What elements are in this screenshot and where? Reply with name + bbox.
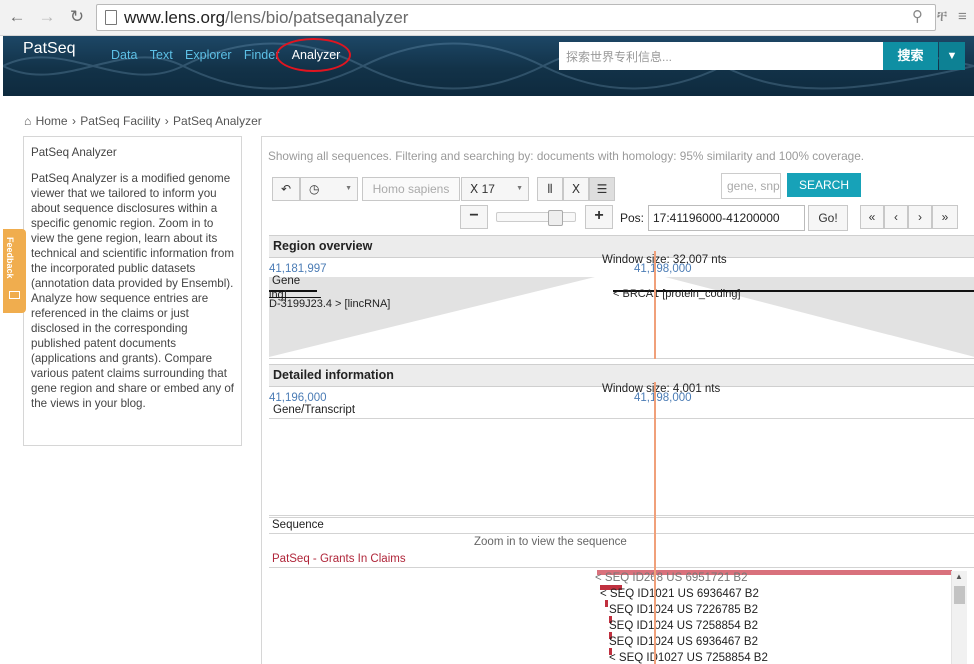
sequence-entry[interactable]: < SEQ ID1027 US 7258854 B2 (609, 652, 768, 664)
info-panel: PatSeq Analyzer PatSeq Analyzer is a mod… (23, 136, 242, 446)
gene-search-button[interactable]: SEARCH (787, 173, 861, 197)
feedback-tab[interactable]: Feedback (3, 229, 26, 313)
chevron-down-icon: ▼ (345, 185, 352, 192)
chromosome-value: 17 (481, 182, 495, 196)
extension-icon[interactable]: ቸ (937, 8, 947, 26)
chevron-down-icon: ▼ (516, 185, 523, 192)
position-label: Pos: (620, 211, 645, 225)
track-divider[interactable] (269, 358, 974, 359)
sequence-hit-mark[interactable] (605, 600, 608, 607)
highlight-circle (276, 38, 351, 72)
track-divider (269, 517, 974, 518)
sequence-entry[interactable]: < SEQ ID1021 US 6936467 B2 (600, 588, 759, 600)
header-search-button[interactable]: 搜索 (883, 42, 938, 70)
lincRNA-gene-label: D-3199J23.4 > [lincRNA] (269, 298, 391, 310)
feedback-label: Feedback (5, 237, 15, 279)
back-icon[interactable]: ← (7, 7, 27, 27)
breadcrumb-separator: › (71, 114, 76, 128)
mail-icon (9, 291, 20, 299)
gene-track-label: Gene (272, 275, 301, 287)
filter-status: Showing all sequences. Filtering and sea… (268, 149, 865, 163)
undo-icon[interactable]: ↶ (272, 177, 300, 201)
page-icon (105, 10, 117, 25)
breadcrumb: ⌂ Home › PatSeq Facility › PatSeq Analyz… (24, 114, 263, 128)
address-bar[interactable]: www.lens.org/lens/bio/patseqanalyzer (96, 4, 936, 31)
patseq-track-title: PatSeq - Grants In Claims (272, 553, 406, 565)
track-divider[interactable] (269, 515, 974, 516)
info-panel-body: PatSeq Analyzer is a modified genome vie… (31, 172, 235, 410)
scrollbar-thumb[interactable] (954, 586, 965, 604)
sequence-scrollbar[interactable]: ▲ (951, 571, 967, 664)
move-far-left-icon[interactable]: « (860, 205, 884, 229)
gene-search-input[interactable]: gene, snp (721, 173, 781, 199)
move-left-icon[interactable]: ‹ (884, 205, 908, 229)
track-divider (269, 533, 974, 534)
breadcrumb-home[interactable]: Home (36, 114, 68, 128)
track-divider (269, 567, 974, 568)
position-marker-line (654, 382, 656, 664)
breadcrumb-separator: › (164, 114, 169, 128)
history-dropdown[interactable]: ◷ ▼ (300, 177, 358, 201)
site-header: PatSeq Data Text Explorer Finder Analyze… (3, 36, 974, 96)
zoom-in-button[interactable]: + (585, 205, 613, 229)
forward-icon[interactable]: → (37, 7, 57, 27)
species-selector[interactable]: Homo sapiens (362, 177, 460, 201)
info-panel-title: PatSeq Analyzer (31, 146, 117, 159)
zoom-out-button[interactable]: − (460, 205, 488, 229)
sequence-track-label: Sequence (272, 519, 324, 531)
chevron-down-icon[interactable]: ▼ (939, 42, 965, 70)
align-icon[interactable]: ☰ (589, 177, 615, 201)
header-search-input[interactable]: 探索世界专利信息... (559, 42, 884, 70)
chromosome-icon: Ⅹ (470, 182, 479, 196)
breadcrumb-facility[interactable]: PatSeq Facility (80, 114, 160, 128)
url-domain: www.lens.org (124, 8, 226, 27)
sequence-entry[interactable]: SEQ ID1024 US 7258854 B2 (609, 620, 758, 632)
reload-icon[interactable]: ↻ (67, 7, 87, 27)
sequence-entry[interactable]: SEQ ID1024 US 7226785 B2 (609, 604, 758, 616)
sequence-entry[interactable]: SEQ ID1024 US 6936467 B2 (609, 636, 758, 648)
overview-center-coord: 41,198,000 (634, 263, 692, 275)
sequence-entry[interactable]: < SEQ ID268 US 6951721 B2 (595, 572, 747, 584)
move-far-right-icon[interactable]: » (932, 205, 958, 229)
gene-transcript-label: Gene/Transcript (273, 404, 356, 416)
zoom-icon[interactable]: ⚲ (912, 8, 923, 26)
karyotype-icon[interactable]: Ⅹ (563, 177, 589, 201)
move-right-icon[interactable]: › (908, 205, 932, 229)
breadcrumb-current: PatSeq Analyzer (173, 114, 262, 128)
nav-explorer[interactable]: Explorer (185, 48, 232, 62)
position-marker-line (654, 251, 656, 359)
go-button[interactable]: Go! (808, 205, 848, 231)
chromosome-selector[interactable]: Ⅹ 17 ▼ (461, 177, 529, 201)
brca1-gene-label: < BRCA1 [protein_coding] (613, 288, 741, 300)
browser-toolbar: ← → ↻ www.lens.org/lens/bio/patseqanalyz… (0, 0, 974, 36)
nav-text[interactable]: Text (150, 48, 173, 62)
genome-viewer: Showing all sequences. Filtering and sea… (261, 136, 974, 664)
detail-center-coord: 41,198,000 (634, 392, 692, 404)
url-path: /lens/bio/patseqanalyzer (225, 8, 409, 27)
zoom-slider[interactable] (496, 210, 576, 226)
home-icon: ⌂ (24, 114, 32, 128)
tracks-icon[interactable]: ⦀ (537, 177, 563, 201)
overview-start-coord: 41,181,997 (269, 263, 327, 275)
nav-finder[interactable]: Finder (244, 48, 279, 62)
menu-icon[interactable]: ≡ (958, 8, 967, 26)
position-input[interactable]: 17:41196000-41200000 (648, 205, 805, 231)
nav-data[interactable]: Data (111, 48, 137, 62)
clock-icon: ◷ (309, 182, 320, 196)
zoom-in-message: Zoom in to view the sequence (474, 536, 627, 548)
track-divider (269, 418, 974, 419)
address-text: www.lens.org/lens/bio/patseqanalyzer (124, 8, 408, 28)
brand-logo[interactable]: PatSeq (23, 40, 75, 58)
scroll-up-icon[interactable]: ▲ (955, 572, 963, 581)
slider-thumb[interactable] (548, 210, 563, 226)
detail-start-coord: 41,196,000 (269, 392, 327, 404)
